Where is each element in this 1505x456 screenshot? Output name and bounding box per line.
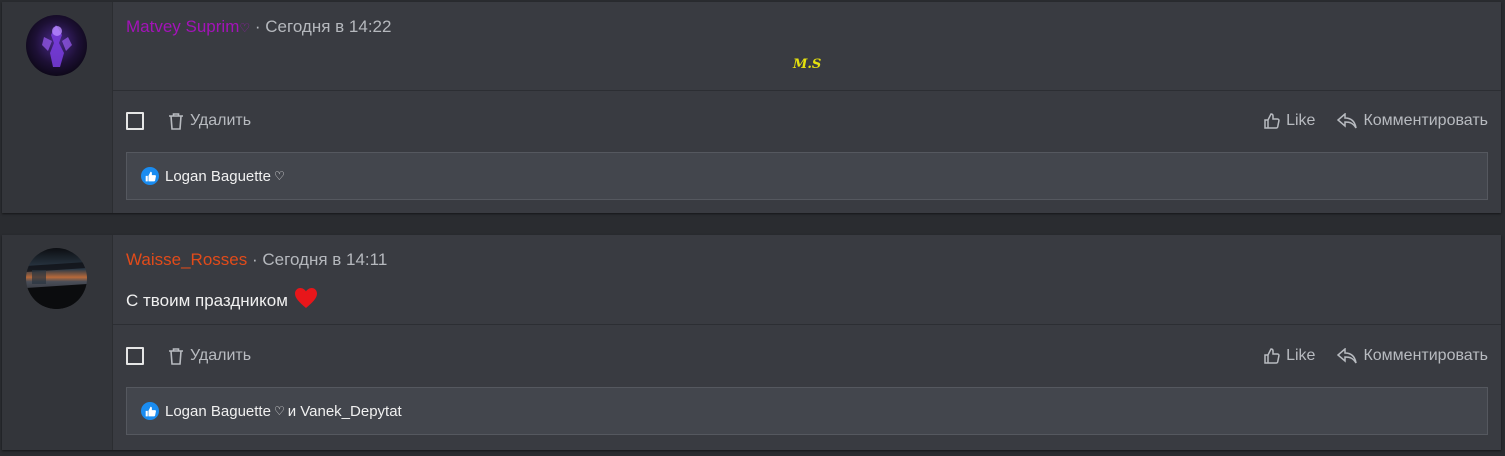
delete-button[interactable]: Удалить bbox=[168, 347, 251, 365]
thumbs-up-icon bbox=[1264, 348, 1280, 364]
select-checkbox[interactable] bbox=[126, 347, 144, 365]
avatar[interactable] bbox=[26, 15, 87, 76]
comment-button[interactable]: Комментировать bbox=[1337, 112, 1488, 130]
comment-button[interactable]: Комментировать bbox=[1337, 347, 1488, 365]
author-name[interactable]: Matvey Suprim bbox=[126, 17, 239, 36]
separator: · bbox=[251, 250, 258, 269]
heart-emoji-icon bbox=[294, 287, 318, 314]
separator: · bbox=[254, 17, 261, 36]
select-checkbox[interactable] bbox=[126, 112, 144, 130]
post-text: С твоим праздником bbox=[126, 290, 288, 310]
trash-icon bbox=[169, 113, 183, 130]
post-time[interactable]: Сегодня в 14:11 bbox=[262, 250, 387, 269]
post-actions: Удалить Like Комментировать bbox=[126, 343, 1488, 369]
like-label: Like bbox=[1286, 347, 1316, 364]
likes-summary: Logan Baguette ♡ и Vanek_Depytat bbox=[126, 387, 1488, 435]
like-badge-icon bbox=[141, 402, 159, 420]
reply-icon bbox=[1337, 113, 1358, 129]
liker-name[interactable]: Logan Baguette bbox=[165, 403, 271, 420]
post-sidebar bbox=[2, 235, 113, 450]
post-text-row: С твоим праздником bbox=[126, 287, 318, 314]
like-label: Like bbox=[1286, 112, 1316, 129]
delete-label: Удалить bbox=[190, 112, 252, 129]
author-name-decoration: ♡ bbox=[239, 21, 251, 35]
delete-button[interactable]: Удалить bbox=[168, 112, 251, 130]
reply-icon bbox=[1337, 348, 1358, 364]
post-header: Matvey Suprim♡ · Сегодня в 14:22 bbox=[126, 17, 391, 37]
post-text: M.S bbox=[793, 57, 822, 72]
avatar[interactable] bbox=[26, 248, 87, 309]
like-button[interactable]: Like bbox=[1264, 347, 1315, 365]
post-content: Matvey Suprim♡ · Сегодня в 14:22 M.S Уда… bbox=[113, 2, 1501, 213]
post-sidebar bbox=[2, 2, 113, 213]
like-button[interactable]: Like bbox=[1264, 112, 1315, 130]
delete-label: Удалить bbox=[190, 347, 252, 364]
post-header: Waisse_Rosses · Сегодня в 14:11 bbox=[126, 250, 387, 270]
post-content: Waisse_Rosses · Сегодня в 14:11 С твоим … bbox=[113, 235, 1501, 450]
heart-icon: ♡ bbox=[273, 404, 285, 418]
comment-label: Комментировать bbox=[1363, 112, 1488, 129]
comment-post: Waisse_Rosses · Сегодня в 14:11 С твоим … bbox=[2, 235, 1501, 450]
heart-icon: ♡ bbox=[273, 169, 285, 183]
post-actions: Удалить Like Комментировать bbox=[126, 108, 1488, 134]
comment-label: Комментировать bbox=[1363, 347, 1488, 364]
likes-summary: Logan Baguette ♡ bbox=[126, 152, 1488, 200]
liker-name[interactable]: Logan Baguette bbox=[165, 168, 271, 185]
likes-conjunction: и bbox=[287, 402, 297, 420]
divider bbox=[113, 90, 1501, 91]
trash-icon bbox=[169, 348, 183, 365]
thumbs-up-icon bbox=[1264, 113, 1280, 129]
post-time[interactable]: Сегодня в 14:22 bbox=[265, 17, 391, 36]
divider bbox=[113, 324, 1501, 325]
comment-post: Matvey Suprim♡ · Сегодня в 14:22 M.S Уда… bbox=[2, 2, 1501, 213]
like-badge-icon bbox=[141, 167, 159, 185]
liker-name[interactable]: Vanek_Depytat bbox=[300, 403, 401, 420]
author-name[interactable]: Waisse_Rosses bbox=[126, 250, 247, 269]
